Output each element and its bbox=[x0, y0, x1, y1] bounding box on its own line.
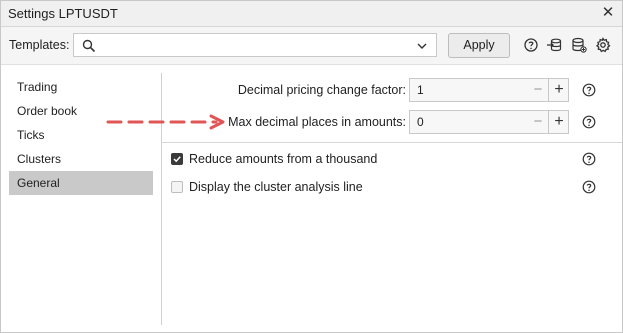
max-decimal-stepper[interactable]: 0 − + bbox=[409, 110, 569, 134]
database-icon[interactable] bbox=[571, 37, 587, 53]
check-icon bbox=[173, 156, 181, 163]
gear-icon[interactable] bbox=[595, 37, 611, 53]
close-button[interactable]: ✕ bbox=[600, 4, 616, 22]
max-decimal-decrement[interactable]: − bbox=[528, 111, 548, 133]
cluster-line-label: Display the cluster analysis line bbox=[189, 180, 363, 194]
section-divider bbox=[162, 142, 622, 143]
sidebar-item-trading[interactable]: Trading bbox=[9, 75, 153, 99]
reduce-amounts-checkbox[interactable] bbox=[171, 153, 183, 165]
settings-sidebar: Trading Order book Ticks Clusters Genera… bbox=[9, 75, 153, 195]
import-icon[interactable] bbox=[546, 37, 562, 53]
decimal-factor-decrement[interactable]: − bbox=[528, 79, 548, 101]
templates-label: Templates: bbox=[9, 38, 70, 52]
reduce-amounts-label: Reduce amounts from a thousand bbox=[189, 152, 378, 166]
title-bar: Settings LPTUSDT ✕ bbox=[1, 1, 622, 27]
chevron-down-icon bbox=[417, 43, 427, 49]
cluster-line-checkbox[interactable] bbox=[171, 181, 183, 193]
window-title: Settings LPTUSDT bbox=[8, 6, 118, 21]
sidebar-item-general[interactable]: General bbox=[9, 171, 153, 195]
help-icon[interactable] bbox=[523, 37, 539, 53]
max-decimal-label: Max decimal places in amounts: bbox=[228, 115, 406, 129]
max-decimal-value[interactable]: 0 bbox=[417, 115, 424, 129]
settings-window: Settings LPTUSDT ✕ Templates: Apply Trad… bbox=[0, 0, 623, 333]
help-icon[interactable] bbox=[582, 115, 596, 129]
help-icon[interactable] bbox=[582, 180, 596, 194]
sidebar-divider bbox=[161, 73, 162, 325]
decimal-factor-label: Decimal pricing change factor: bbox=[237, 83, 406, 97]
apply-button[interactable]: Apply bbox=[448, 33, 510, 58]
help-icon[interactable] bbox=[582, 152, 596, 166]
templates-toolbar: Templates: Apply bbox=[1, 27, 622, 65]
sidebar-item-clusters[interactable]: Clusters bbox=[9, 147, 153, 171]
max-decimal-increment[interactable]: + bbox=[548, 111, 569, 133]
decimal-factor-value[interactable]: 1 bbox=[417, 83, 424, 97]
templates-search-select[interactable] bbox=[73, 33, 437, 57]
close-icon: ✕ bbox=[601, 4, 615, 21]
help-icon[interactable] bbox=[582, 83, 596, 97]
search-icon bbox=[82, 39, 96, 53]
decimal-factor-increment[interactable]: + bbox=[548, 79, 569, 101]
decimal-factor-stepper[interactable]: 1 − + bbox=[409, 78, 569, 102]
dashed-arrow-annotation bbox=[106, 114, 225, 130]
